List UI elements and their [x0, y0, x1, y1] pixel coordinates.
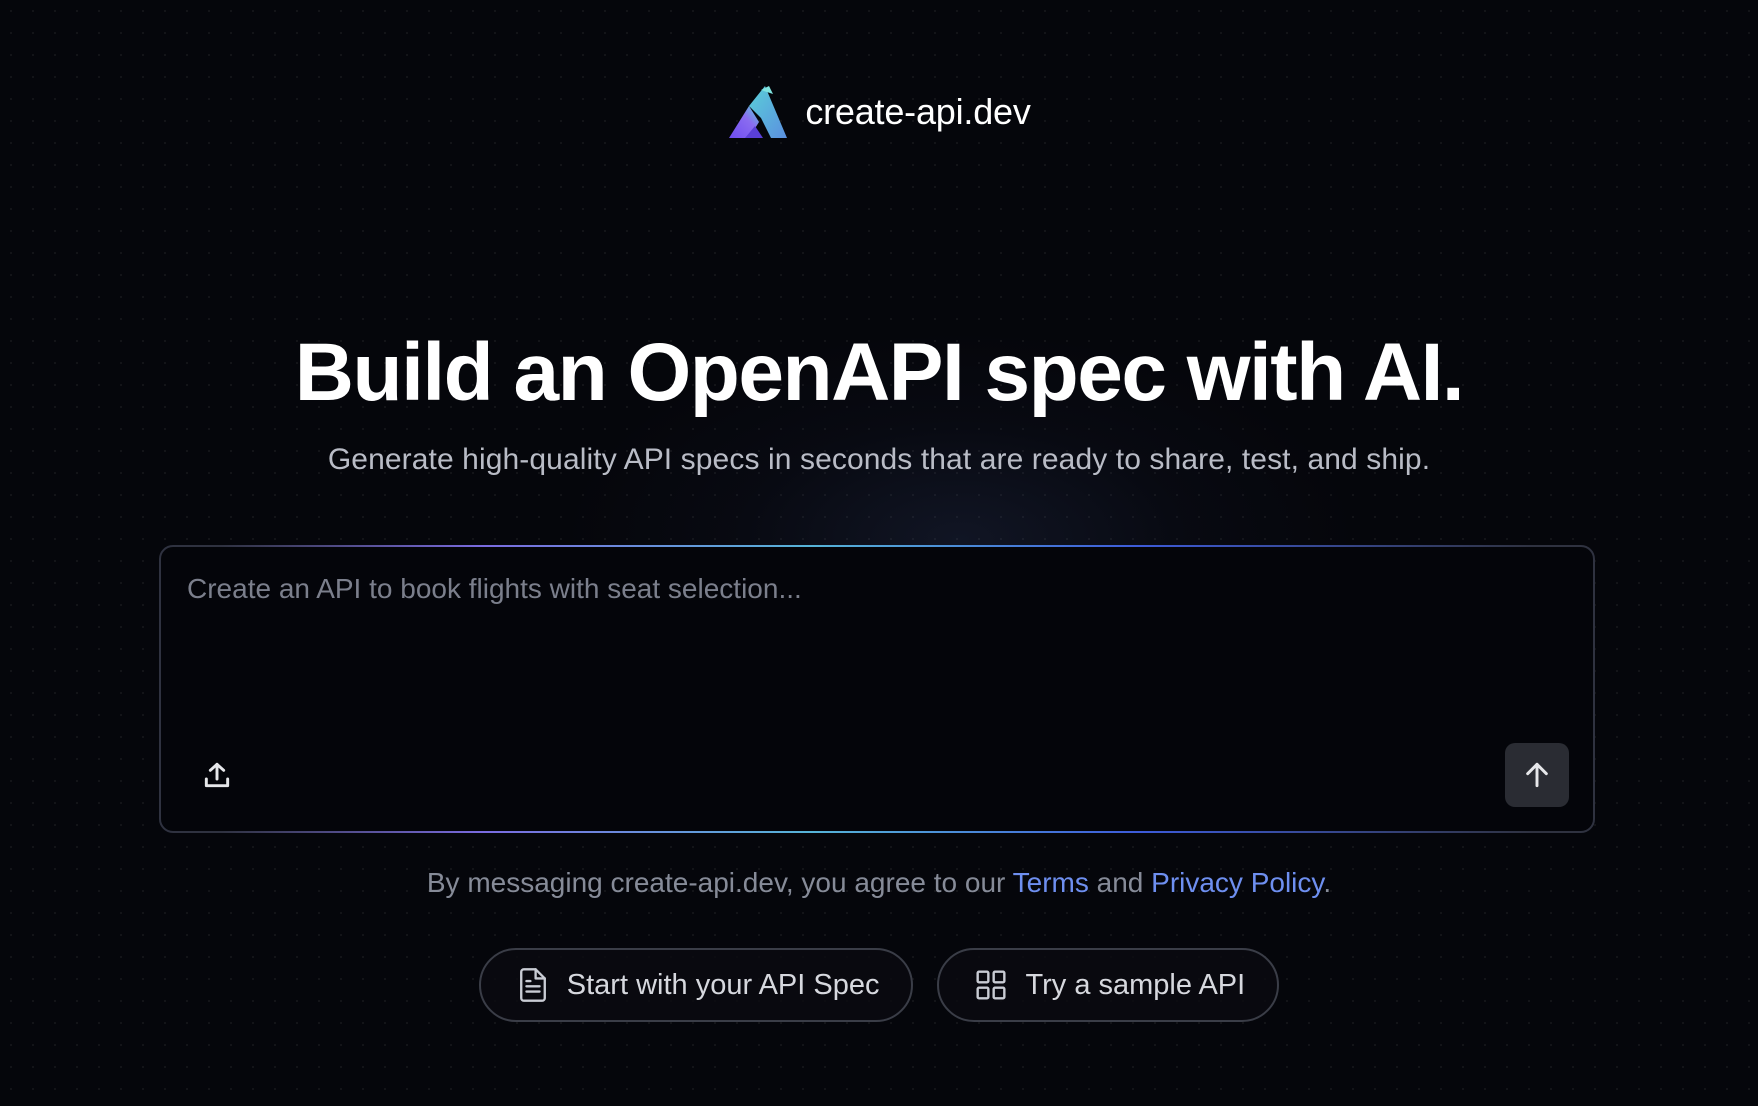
send-button[interactable] [1505, 743, 1569, 807]
legal-middle: and [1088, 867, 1152, 898]
quick-actions: Start with your API Spec Try a sample AP… [0, 948, 1758, 1022]
try-sample-api-label: Try a sample API [1025, 968, 1246, 1001]
start-with-api-spec-button[interactable]: Start with your API Spec [478, 948, 914, 1022]
try-sample-api-button[interactable]: Try a sample API [937, 948, 1280, 1022]
terms-link[interactable]: Terms [1013, 867, 1089, 898]
page-subtitle: Generate high-quality API specs in secon… [327, 443, 1431, 476]
legal-prefix: By messaging create-api.dev, you agree t… [426, 867, 1013, 898]
start-with-api-spec-label: Start with your API Spec [566, 968, 880, 1001]
privacy-policy-link[interactable]: Privacy Policy [1151, 867, 1323, 898]
mountain-logo-icon [729, 86, 788, 138]
arrow-up-icon [1526, 762, 1548, 788]
prompt-box [159, 545, 1595, 833]
brand-name: create-api.dev [805, 91, 1031, 132]
legal-suffix: . [1323, 867, 1332, 898]
page-title: Build an OpenAPI spec with AI. [294, 327, 1465, 418]
prompt-input[interactable] [187, 573, 1567, 723]
upload-button[interactable] [197, 755, 237, 795]
legal-notice: By messaging create-api.dev, you agree t… [0, 867, 1758, 899]
brand-header[interactable]: create-api.dev [0, 84, 1758, 140]
document-icon [519, 968, 546, 1002]
grid-icon [976, 970, 1007, 1000]
upload-icon [204, 762, 230, 788]
landing-page: create-api.dev Build an OpenAPI spec wit… [0, 0, 1758, 1106]
